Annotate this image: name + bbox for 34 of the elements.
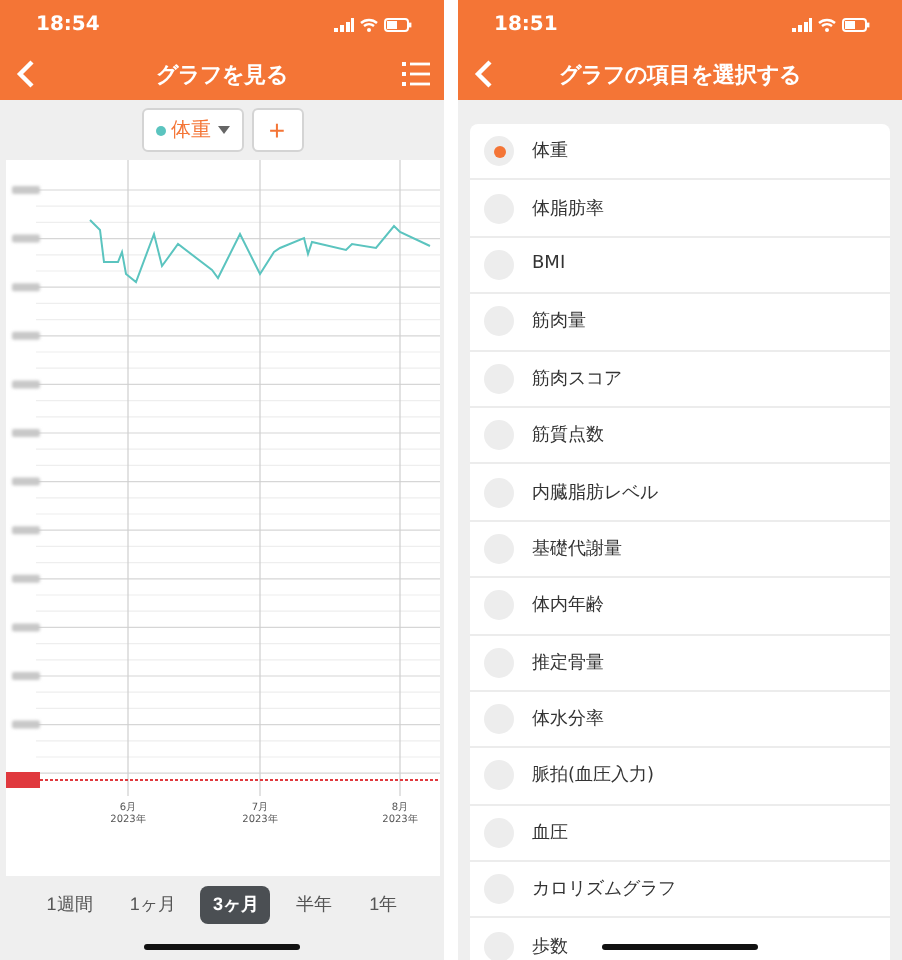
radio-button[interactable]	[484, 136, 514, 167]
status-time: 18:54	[36, 13, 100, 35]
item-label: 体脂肪率	[532, 197, 604, 222]
item-label: 歩数	[532, 935, 568, 960]
battery-icon	[842, 17, 870, 31]
item-label: BMI	[532, 254, 566, 275]
caret-icon	[217, 126, 229, 134]
wifi-icon	[818, 17, 836, 31]
wifi-icon	[360, 17, 378, 31]
item-label: 内臓脂肪レベル	[532, 481, 658, 506]
menu-button[interactable]	[400, 58, 432, 90]
item-label: 体内年齢	[532, 593, 604, 619]
signal-icon	[334, 17, 354, 31]
range-tab[interactable]: 3ヶ月	[200, 885, 271, 923]
item-label: カロリズムグラフ	[532, 877, 676, 903]
target-marker	[6, 772, 40, 788]
item-label: 筋質点数	[532, 423, 604, 449]
item-label: 脈拍(血圧入力)	[532, 763, 655, 789]
item-label: 筋肉スコア	[532, 367, 622, 392]
range-tab[interactable]: 半年	[284, 885, 345, 923]
item-label: 筋肉量	[532, 309, 586, 335]
screen-title: グラフの項目を選択する	[559, 59, 801, 89]
screen-title: グラフを見る	[156, 59, 288, 89]
range-tab[interactable]: 1ヶ月	[117, 885, 188, 923]
range-tab[interactable]: 1週間	[34, 885, 105, 923]
item-label: 推定骨量	[532, 651, 604, 676]
item-label: 血圧	[532, 821, 568, 846]
battery-icon	[384, 17, 412, 31]
item-label: 体重	[532, 139, 568, 165]
item-label: 基礎代謝量	[532, 537, 622, 562]
item-label: 体水分率	[532, 707, 604, 733]
status-time: 18:51	[494, 13, 558, 35]
signal-icon	[792, 17, 812, 31]
range-tab[interactable]: 1年	[357, 885, 410, 923]
